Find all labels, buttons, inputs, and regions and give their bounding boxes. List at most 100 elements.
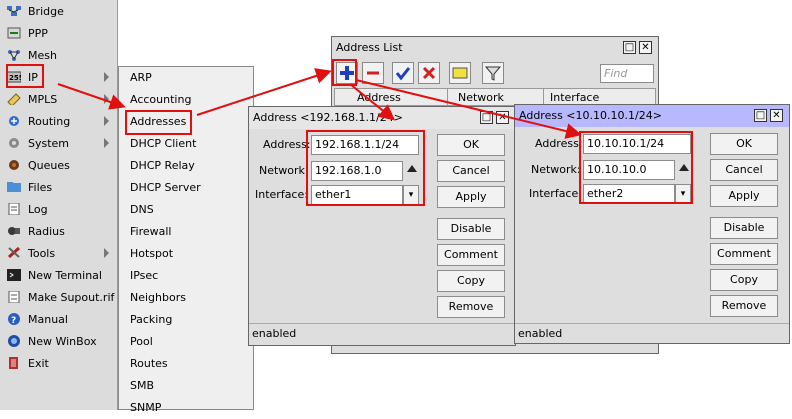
disable-button[interactable]: Disable [437, 218, 505, 240]
submenu-item-dhcp-client[interactable]: DHCP Client [119, 133, 253, 155]
submenu-item-packing[interactable]: Packing [119, 309, 253, 331]
window-titlebar[interactable]: Address List □ ✕ [332, 37, 658, 59]
tools-icon [6, 246, 22, 260]
address-dialog-10: Address <10.10.10.1/24> □ ✕ Address: 10.… [514, 104, 790, 344]
sidebar-item-bridge[interactable]: Bridge [0, 0, 117, 22]
disable-toolbar-button[interactable] [418, 62, 440, 84]
cancel-button[interactable]: Cancel [710, 159, 778, 181]
submenu-item-smb[interactable]: SMB [119, 375, 253, 397]
column-header-network[interactable]: Network [458, 91, 504, 104]
minus-icon [367, 71, 379, 75]
column-header-interface[interactable]: Interface [550, 91, 599, 104]
submenu-item-hotspot[interactable]: Hotspot [119, 243, 253, 265]
copy-button[interactable]: Copy [437, 270, 505, 292]
folder-icon [6, 180, 22, 194]
find-input[interactable]: Find [600, 64, 654, 83]
column-header-address[interactable]: Address [357, 91, 401, 104]
bridge-icon [6, 4, 22, 18]
sidebar-item-log[interactable]: Log [0, 198, 117, 220]
submenu-item-neighbors[interactable]: Neighbors [119, 287, 253, 309]
cross-icon [422, 66, 436, 80]
submenu-item-dns[interactable]: DNS [119, 199, 253, 221]
interface-label: Interface: [529, 187, 582, 200]
submenu-item-snmp[interactable]: SNMP [119, 397, 253, 419]
maximize-icon[interactable]: □ [480, 111, 493, 124]
column-divider [543, 89, 544, 105]
submenu-item-firewall[interactable]: Firewall [119, 221, 253, 243]
dropdown-arrow-icon[interactable]: ▾ [675, 184, 691, 204]
submenu-item-addresses[interactable]: Addresses [119, 111, 253, 133]
sidebar-item-label: Mesh [28, 48, 57, 62]
gear-icon [6, 136, 22, 150]
filter-button[interactable] [482, 62, 504, 84]
remove-toolbar-button[interactable] [362, 62, 384, 84]
remove-button[interactable]: Remove [710, 295, 778, 317]
submenu-item-routes[interactable]: Routes [119, 353, 253, 375]
remove-button[interactable]: Remove [437, 296, 505, 318]
sidebar-item-radius[interactable]: Radius [0, 220, 117, 242]
winbox-icon [6, 334, 22, 348]
sidebar-item-system[interactable]: System [0, 132, 117, 154]
close-icon[interactable]: ✕ [639, 41, 652, 54]
radius-icon [6, 224, 22, 238]
apply-button[interactable]: Apply [710, 185, 778, 207]
sidebar-item-manual[interactable]: ? Manual [0, 308, 117, 330]
address-input[interactable]: 192.168.1.1/24 [311, 135, 419, 155]
sidebar-item-queues[interactable]: Queues [0, 154, 117, 176]
add-button[interactable] [336, 62, 358, 84]
sidebar-item-label: Queues [28, 158, 70, 172]
interface-select[interactable]: ether1 [311, 185, 403, 205]
ok-button[interactable]: OK [437, 134, 505, 156]
sidebar-item-label: Files [28, 180, 53, 194]
cancel-button[interactable]: Cancel [437, 160, 505, 182]
maximize-icon[interactable]: □ [754, 109, 767, 122]
interface-select[interactable]: ether2 [583, 184, 675, 204]
submenu-item-dhcp-relay[interactable]: DHCP Relay [119, 155, 253, 177]
ok-button[interactable]: OK [710, 133, 778, 155]
maximize-icon[interactable]: □ [623, 41, 636, 54]
address-input[interactable]: 10.10.10.1/24 [583, 134, 691, 154]
comment-button[interactable]: Comment [710, 243, 778, 265]
window-title: Address <10.10.10.1/24> [519, 109, 662, 122]
sidebar-item-new-terminal[interactable]: New Terminal [0, 264, 117, 286]
sidebar-item-mpls[interactable]: MPLS [0, 88, 117, 110]
window-titlebar[interactable]: Address <10.10.10.1/24> □ ✕ [515, 105, 789, 127]
sidebar-item-ip[interactable]: 255 IP [0, 66, 117, 88]
ip-submenu: ARP Accounting Addresses DHCP Client DHC… [118, 66, 254, 414]
sidebar-item-label: Routing [28, 114, 71, 128]
address-label: Address: [535, 137, 583, 150]
submenu-item-dhcp-server[interactable]: DHCP Server [119, 177, 253, 199]
chevron-up-icon[interactable] [407, 165, 417, 172]
sidebar-item-tools[interactable]: Tools [0, 242, 117, 264]
network-input[interactable]: 192.168.1.0 [311, 161, 403, 181]
sidebar-item-make-supout[interactable]: Make Supout.rif [0, 286, 117, 308]
apply-button[interactable]: Apply [437, 186, 505, 208]
sidebar-item-mesh[interactable]: Mesh [0, 44, 117, 66]
submenu-item-pool[interactable]: Pool [119, 331, 253, 353]
sidebar-item-label: Make Supout.rif [28, 290, 115, 304]
plus-icon [340, 66, 354, 80]
enable-button[interactable] [392, 62, 414, 84]
copy-button[interactable]: Copy [710, 269, 778, 291]
comment-button[interactable]: Comment [437, 244, 505, 266]
window-title: Address List [336, 41, 403, 54]
comment-toolbar-button[interactable] [449, 62, 471, 84]
submenu-item-arp[interactable]: ARP [119, 67, 253, 89]
disable-button[interactable]: Disable [710, 217, 778, 239]
dropdown-arrow-icon[interactable]: ▾ [403, 185, 419, 205]
submenu-item-accounting[interactable]: Accounting [119, 89, 253, 111]
svg-text:?: ? [11, 316, 16, 325]
close-icon[interactable]: ✕ [770, 109, 783, 122]
sidebar-item-routing[interactable]: Routing [0, 110, 117, 132]
sidebar-item-exit[interactable]: Exit [0, 352, 117, 374]
chevron-up-icon[interactable] [679, 164, 689, 171]
sidebar-item-new-winbox[interactable]: New WinBox [0, 330, 117, 352]
status-bar: enabled [249, 323, 515, 343]
close-icon[interactable]: ✕ [496, 111, 509, 124]
sidebar-item-ppp[interactable]: PPP [0, 22, 117, 44]
sidebar-item-files[interactable]: Files [0, 176, 117, 198]
submenu-item-ipsec[interactable]: IPsec [119, 265, 253, 287]
address-dialog-192: Address <192.168.1.1/24> □ ✕ Address: 19… [248, 106, 516, 346]
network-input[interactable]: 10.10.10.0 [583, 160, 675, 180]
window-titlebar[interactable]: Address <192.168.1.1/24> □ ✕ [249, 107, 515, 129]
